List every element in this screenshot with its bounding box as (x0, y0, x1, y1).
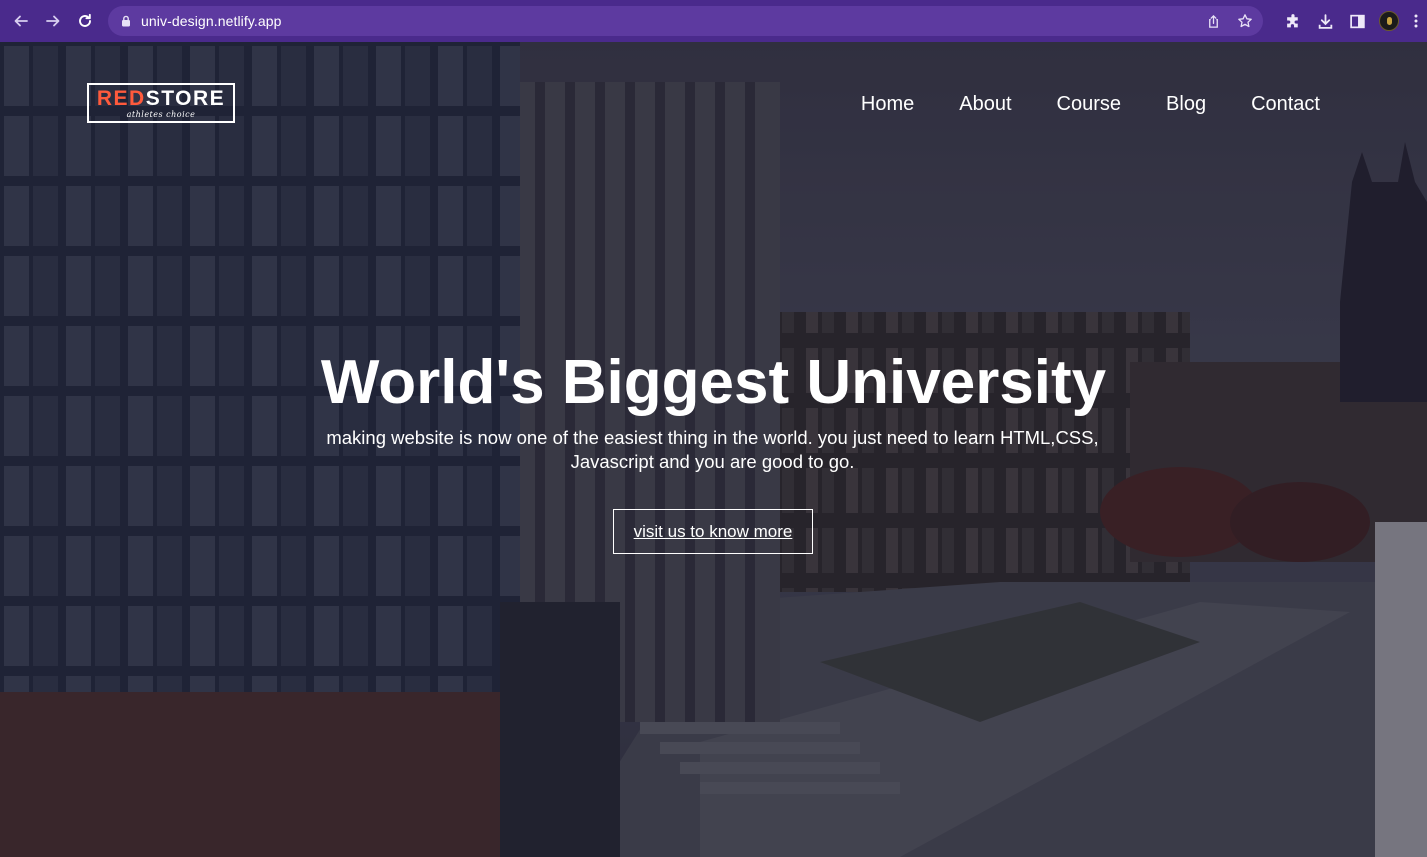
nav-link-contact[interactable]: Contact (1251, 92, 1320, 116)
nav-link-home[interactable]: Home (861, 92, 914, 116)
download-icon[interactable] (1309, 0, 1341, 42)
reload-icon[interactable] (74, 10, 96, 32)
address-bar[interactable]: univ-design.netlify.app (108, 6, 1263, 36)
url-text[interactable]: univ-design.netlify.app (141, 13, 282, 29)
main-nav: Home About Course Blog Contact (816, 92, 1320, 116)
logo-wordmark: REDSTORE (97, 88, 225, 110)
nav-link-course[interactable]: Course (1057, 92, 1121, 116)
hero-subtitle: making website is now one of the easiest… (326, 427, 1099, 472)
side-panel-icon[interactable] (1341, 0, 1373, 42)
hero-section: REDSTORE athletes choice Home About Cour… (0, 42, 1427, 857)
back-icon[interactable] (10, 10, 32, 32)
share-icon[interactable] (1197, 6, 1229, 36)
visit-us-button[interactable]: visit us to know more (613, 509, 813, 554)
extensions-icon[interactable] (1277, 0, 1309, 42)
browser-toolbar: univ-design.netlify.app (0, 0, 1427, 42)
logo-tagline: athletes choice (126, 110, 196, 119)
star-icon[interactable] (1229, 6, 1261, 36)
hero-title: World's Biggest University (320, 348, 1107, 417)
lock-icon[interactable] (120, 15, 132, 27)
forward-icon[interactable] (42, 10, 64, 32)
redstore-logo[interactable]: REDSTORE athletes choice (87, 83, 235, 123)
nav-link-blog[interactable]: Blog (1166, 92, 1206, 116)
menu-kebab-icon[interactable] (1405, 0, 1427, 42)
logo-red-text: RED (96, 87, 146, 110)
nav-link-about[interactable]: About (959, 92, 1011, 116)
logo-white-text: STORE (145, 87, 226, 110)
profile-avatar[interactable] (1373, 0, 1405, 42)
